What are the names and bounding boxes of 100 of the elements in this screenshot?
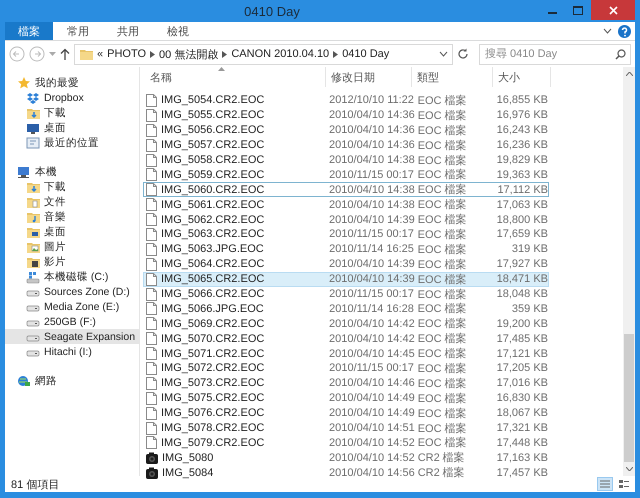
- document-icon: [146, 108, 157, 122]
- file-size: 17,321 KB: [496, 422, 548, 434]
- scroll-down-icon[interactable]: [626, 467, 632, 471]
- file-name[interactable]: IMG_5078.CR2.EOC: [161, 422, 264, 434]
- document-icon: [146, 422, 157, 435]
- file-size: 17,927 KB: [496, 258, 548, 270]
- view-button[interactable]: [597, 477, 613, 491]
- file-name[interactable]: IMG_5065.CR2.EOC: [161, 273, 264, 286]
- nav-item[interactable]: 250GB (F:): [5, 314, 139, 329]
- chevron-right-icon: [150, 50, 156, 58]
- column-header[interactable]: 修改日期: [326, 67, 412, 87]
- modified-date: 2010/04/10 14:36: [328, 124, 415, 136]
- file-name[interactable]: IMG_5064.CR2.EOC: [161, 258, 264, 270]
- file-type: EOC 檔案: [416, 228, 468, 242]
- nav-item[interactable]: 本機磁碟 (C:): [5, 269, 139, 284]
- file-size: 17,485 KB: [496, 332, 548, 345]
- document-icon: [146, 347, 157, 360]
- file-row[interactable]: IMG_5065.CR2.EOC 2010/04/10 14:39 EOC 檔案 18,471 KB: [143, 272, 549, 287]
- file-size: 17,121 KB: [496, 348, 548, 360]
- nav-item[interactable]: 影片: [5, 254, 139, 269]
- file-name[interactable]: IMG_5079.CR2.EOC: [161, 436, 264, 449]
- file-name[interactable]: IMG_5062.CR2.EOC: [161, 214, 264, 226]
- nav-item[interactable]: 我的最愛: [5, 75, 139, 90]
- nav-item[interactable]: 桌面: [5, 120, 139, 135]
- nav-item[interactable]: Hitachi (I:): [5, 344, 139, 359]
- file-name[interactable]: IMG_5073.CR2.EOC: [161, 377, 264, 390]
- file-type: EOC 檔案: [416, 406, 468, 421]
- search-field[interactable]: 搜尋 0410 Day: [479, 44, 631, 64]
- chevron-down-icon[interactable]: [439, 51, 448, 57]
- file-name[interactable]: IMG_5055.CR2.EOC: [161, 109, 264, 122]
- breadcrumb[interactable]: PHOTO: [107, 48, 146, 60]
- scrollbar-thumb[interactable]: [624, 334, 634, 462]
- nav-item[interactable]: 桌面: [5, 224, 139, 239]
- breadcrumb[interactable]: 0410 Day: [342, 48, 390, 60]
- file-row[interactable]: IMG_5060.CR2.EOC 2010/04/10 14:38 EOC 檔案 17,112 KB: [143, 182, 549, 198]
- chevron-down-icon[interactable]: [603, 28, 612, 34]
- file-name[interactable]: IMG_5072.CR2.EOC: [161, 362, 264, 374]
- nav-item[interactable]: Sources Zone (D:): [5, 284, 139, 299]
- help-icon[interactable]: [618, 24, 631, 38]
- file-name[interactable]: IMG_5069.CR2.EOC: [161, 318, 264, 330]
- file-name[interactable]: IMG_5058.CR2.EOC: [161, 154, 264, 166]
- file-name[interactable]: IMG_5076.CR2.EOC: [161, 407, 264, 420]
- ribbon-tab[interactable]: 共用: [103, 22, 153, 40]
- refresh-icon[interactable]: [457, 48, 469, 60]
- column-header[interactable]: 大小: [493, 67, 551, 87]
- file-name[interactable]: IMG_5080: [162, 452, 214, 464]
- file-name[interactable]: IMG_5066.JPG.EOC: [161, 302, 264, 315]
- file-size: 19,200 KB: [496, 318, 548, 330]
- nav-item[interactable]: Seagate Expansion: [5, 329, 139, 344]
- file-size: 319 KB: [510, 243, 548, 256]
- file-name[interactable]: IMG_5063.JPG.EOC: [161, 243, 264, 256]
- ribbon-tab[interactable]: 檢視: [153, 22, 203, 40]
- file-size: 19,829 KB: [496, 154, 548, 166]
- breadcrumb[interactable]: CANON 2010.04.10: [231, 48, 330, 60]
- up-arrow-icon[interactable]: [60, 48, 70, 60]
- file-name[interactable]: IMG_5056.CR2.EOC: [161, 124, 264, 136]
- nav-item[interactable]: 文件: [5, 194, 139, 209]
- breadcrumb[interactable]: 00 無法開啟: [159, 46, 218, 62]
- nav-item[interactable]: 下載: [5, 105, 139, 120]
- nav-item[interactable]: 網路: [5, 373, 139, 388]
- close-button[interactable]: [591, 0, 635, 20]
- view-button[interactable]: [616, 477, 632, 491]
- column-header[interactable]: 名稱: [140, 67, 326, 87]
- nav-item[interactable]: 圖片: [5, 239, 139, 254]
- file-size: 16,830 KB: [496, 392, 548, 404]
- file-size: 17,063 KB: [496, 198, 548, 211]
- file-name[interactable]: IMG_5061.CR2.EOC: [161, 198, 264, 211]
- search-icon: [615, 48, 626, 60]
- modified-date: 2010/04/10 14:42: [328, 332, 415, 345]
- scroll-up-icon[interactable]: [626, 72, 632, 76]
- dropbox-icon: [26, 90, 40, 104]
- file-name[interactable]: IMG_5063.CR2.EOC: [161, 228, 264, 240]
- nav-item[interactable]: Dropbox: [5, 90, 139, 105]
- scrollbar[interactable]: [623, 67, 635, 476]
- nav-item[interactable]: 下載: [5, 179, 139, 194]
- file-size: 16,976 KB: [496, 109, 548, 122]
- overflow-chevrons[interactable]: «: [97, 48, 104, 60]
- file-name[interactable]: IMG_5054.CR2.EOC: [161, 94, 264, 106]
- modified-date: 2010/04/10 14:49: [328, 407, 415, 420]
- nav-item[interactable]: 最近的位置: [5, 135, 139, 150]
- nav-item[interactable]: Media Zone (E:): [5, 299, 139, 314]
- file-name[interactable]: IMG_5060.CR2.EOC: [161, 184, 264, 196]
- document-icon: [146, 183, 157, 196]
- file-name[interactable]: IMG_5070.CR2.EOC: [161, 332, 264, 345]
- item-count: 81 個項目: [11, 478, 60, 492]
- file-name[interactable]: IMG_5059.CR2.EOC: [161, 168, 264, 181]
- nav-item[interactable]: 本機: [5, 164, 139, 179]
- file-name[interactable]: IMG_5075.CR2.EOC: [161, 392, 264, 404]
- ribbon-tab[interactable]: 檔案: [5, 22, 53, 40]
- address-bar[interactable]: « PHOTO 00 無法開啟 CANON 2010.04.10 0410 Day: [74, 44, 453, 64]
- file-name[interactable]: IMG_5066.CR2.EOC: [161, 288, 264, 300]
- file-name[interactable]: IMG_5084: [162, 466, 214, 479]
- ribbon-tab[interactable]: 常用: [53, 22, 103, 40]
- close-icon: [608, 6, 618, 14]
- file-name[interactable]: IMG_5071.CR2.EOC: [161, 348, 264, 360]
- modified-date: 2010/04/10 14:51: [328, 422, 415, 434]
- file-name[interactable]: IMG_5057.CR2.EOC: [161, 139, 264, 152]
- nav-item[interactable]: 音樂: [5, 209, 139, 224]
- column-header[interactable]: 類型: [412, 67, 493, 87]
- document-icon: [146, 138, 157, 152]
